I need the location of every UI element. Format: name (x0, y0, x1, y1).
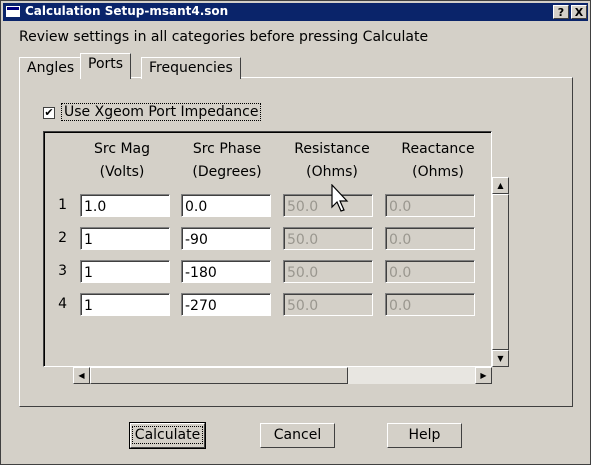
row-number: 4 (58, 296, 67, 312)
tab-angles[interactable]: Angles (19, 57, 83, 79)
calculate-button-label: Calculate (131, 426, 204, 444)
column-header-resistance: Resistance (Ohms) (282, 138, 382, 184)
horizontal-scrollbar[interactable]: ◀ ▶ (73, 367, 492, 384)
column-header-src-mag: Src Mag (Volts) (72, 138, 172, 184)
scroll-right-icon[interactable]: ▶ (475, 367, 492, 384)
row-number: 2 (58, 230, 67, 246)
scroll-up-icon[interactable]: ▲ (492, 177, 509, 194)
column-header-reactance: Reactance (Ohms) (388, 138, 488, 184)
vertical-scrollbar[interactable]: ▲ ▼ (492, 177, 509, 367)
close-title-button[interactable]: X (571, 5, 587, 19)
help-title-button[interactable]: ? (553, 5, 569, 19)
resistance-field (283, 194, 373, 217)
window-icon (6, 6, 20, 17)
instruction-text: Review settings in all categories before… (19, 29, 429, 45)
use-xgeom-label[interactable]: Use Xgeom Port Impedance (61, 103, 262, 121)
title-bar: Calculation Setup-msant4.son ? X (3, 3, 588, 21)
src-phase-input[interactable] (181, 194, 271, 217)
column-header-line1: Resistance (294, 141, 370, 157)
reactance-field (385, 194, 475, 217)
row-number: 3 (58, 263, 67, 279)
reactance-field (385, 260, 475, 283)
calculation-setup-dialog: Calculation Setup-msant4.son ? X Review … (0, 0, 591, 465)
scroll-left-icon[interactable]: ◀ (73, 367, 90, 384)
column-header-line1: Src Phase (192, 141, 262, 157)
row-number: 1 (58, 197, 67, 213)
reactance-field (385, 293, 475, 316)
calculate-button[interactable]: Calculate (129, 422, 206, 449)
column-header-line2: (Volts) (99, 164, 145, 180)
column-header-line2: (Ohms) (412, 164, 464, 180)
scroll-down-icon[interactable]: ▼ (492, 350, 509, 367)
column-header-line2: (Degrees) (192, 164, 262, 180)
resistance-field (283, 293, 373, 316)
column-header-line2: (Ohms) (306, 164, 358, 180)
cancel-button[interactable]: Cancel (260, 423, 335, 448)
src-mag-input[interactable] (80, 227, 170, 250)
src-mag-input[interactable] (80, 194, 170, 217)
column-header-src-phase: Src Phase (Degrees) (177, 138, 277, 184)
column-header-line1: Src Mag (93, 141, 151, 157)
src-phase-input[interactable] (181, 227, 271, 250)
vertical-scroll-thumb[interactable] (492, 194, 509, 350)
src-phase-input[interactable] (181, 260, 271, 283)
window-title: Calculation Setup-msant4.son (25, 4, 229, 18)
column-header-line1: Reactance (401, 141, 475, 157)
mouse-pointer-icon (331, 184, 349, 212)
src-mag-input[interactable] (80, 260, 170, 283)
src-mag-input[interactable] (80, 293, 170, 316)
reactance-field (385, 227, 475, 250)
use-xgeom-checkbox[interactable]: ✔ (43, 107, 55, 119)
src-phase-input[interactable] (181, 293, 271, 316)
help-button[interactable]: Help (387, 423, 462, 448)
tab-ports[interactable]: Ports (80, 53, 132, 79)
resistance-field (283, 260, 373, 283)
horizontal-scroll-thumb[interactable] (90, 367, 348, 384)
tab-frequencies[interactable]: Frequencies (141, 57, 241, 79)
resistance-field (283, 227, 373, 250)
